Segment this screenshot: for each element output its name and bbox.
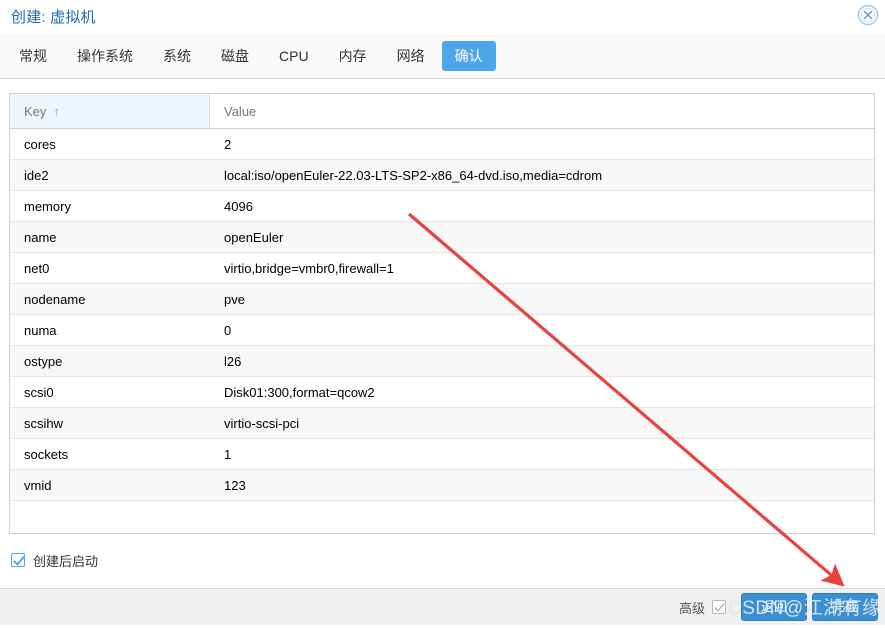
cell-key: ide2 [24, 167, 49, 183]
tab-disks[interactable]: 磁盘 [208, 41, 262, 71]
table-row[interactable]: nodename pve [10, 284, 874, 315]
tab-confirm[interactable]: 确认 [441, 41, 496, 71]
advanced-checkbox[interactable] [712, 600, 726, 614]
tab-network[interactable]: 网络 [384, 41, 438, 71]
cell-value: l26 [224, 353, 242, 369]
dialog-title: 创建: 虚拟机 [11, 9, 96, 26]
cell-key: cores [24, 136, 56, 152]
table-row[interactable]: cores 2 [10, 129, 874, 160]
wizard-tabbar: 常规 操作系统 系统 磁盘 CPU 内存 网络 确认 [0, 34, 885, 79]
wizard-tabs: 常规 操作系统 系统 磁盘 CPU 内存 网络 确认 [6, 41, 500, 71]
cell-value: pve [224, 291, 245, 307]
table-row[interactable]: ide2 local:iso/openEuler-22.03-LTS-SP2-x8… [10, 160, 874, 191]
start-after-create-checkbox[interactable] [11, 553, 25, 567]
table-row[interactable]: ostype l26 [10, 346, 874, 377]
table-row[interactable]: net0 virtio,bridge=vmbr0,firewall=1 [10, 253, 874, 284]
cell-value: virtio,bridge=vmbr0,firewall=1 [224, 260, 394, 276]
cell-value: 1 [224, 446, 232, 462]
table-row[interactable]: sockets 1 [10, 439, 874, 470]
cell-value: openEuler [224, 229, 284, 245]
dialog-footer: 高级 返回 完成 [0, 588, 885, 625]
cell-key: net0 [24, 260, 50, 276]
cell-value: 123 [224, 477, 246, 493]
close-icon[interactable] [857, 4, 879, 26]
table-row[interactable]: name openEuler [10, 222, 874, 253]
cell-key: nodename [24, 291, 86, 307]
column-header-key-label: Key [24, 103, 47, 119]
cell-value: 0 [224, 322, 232, 338]
back-button[interactable]: 返回 [741, 593, 807, 621]
table-row[interactable]: scsihw virtio-scsi-pci [10, 408, 874, 439]
table-row[interactable]: memory 4096 [10, 191, 874, 222]
finish-button[interactable]: 完成 [812, 593, 878, 621]
cell-key: name [24, 229, 57, 245]
tab-os[interactable]: 操作系统 [64, 41, 146, 71]
cell-key: ostype [24, 353, 63, 369]
cell-value: local:iso/openEuler-22.03-LTS-SP2-x86_64… [224, 167, 603, 183]
column-header-value-label: Value [224, 103, 257, 119]
cell-key: sockets [24, 446, 69, 462]
table-row[interactable]: numa 0 [10, 315, 874, 346]
tab-memory[interactable]: 内存 [326, 41, 380, 71]
tab-system[interactable]: 系统 [150, 41, 204, 71]
cell-value: 2 [224, 136, 232, 152]
dialog-titlebar: 创建: 虚拟机 [0, 0, 885, 34]
cell-key: numa [24, 322, 57, 338]
start-after-create-option[interactable]: 创建后启动 [11, 550, 98, 570]
column-header-value[interactable]: Value [210, 94, 874, 128]
cell-key: scsi0 [24, 384, 54, 400]
table-row[interactable]: vmid 123 [10, 470, 874, 501]
column-header-key[interactable]: Key ↑ [10, 94, 210, 128]
cell-key: vmid [24, 477, 52, 493]
cell-key: scsihw [24, 415, 64, 431]
advanced-label: 高级 [678, 600, 705, 616]
tab-cpu[interactable]: CPU [266, 41, 322, 71]
table-body: cores 2 ide2 local:iso/openEuler-22.03-LTS… [10, 129, 874, 533]
cell-value: Disk01:300,format=qcow2 [224, 384, 375, 400]
start-after-create-label: 创建后启动 [33, 553, 99, 569]
cell-key: memory [24, 198, 71, 214]
summary-table: Key ↑ Value cores 2 ide2 local:iso/openEul… [9, 93, 875, 534]
table-row[interactable]: scsi0 Disk01:300,format=qcow2 [10, 377, 874, 408]
sort-ascending-icon: ↑ [53, 103, 60, 119]
table-header-row: Key ↑ Value [10, 94, 874, 129]
cell-value: virtio-scsi-pci [224, 415, 300, 431]
cell-value: 4096 [224, 198, 253, 214]
tab-general[interactable]: 常规 [6, 41, 60, 71]
table-row-empty [10, 501, 874, 533]
